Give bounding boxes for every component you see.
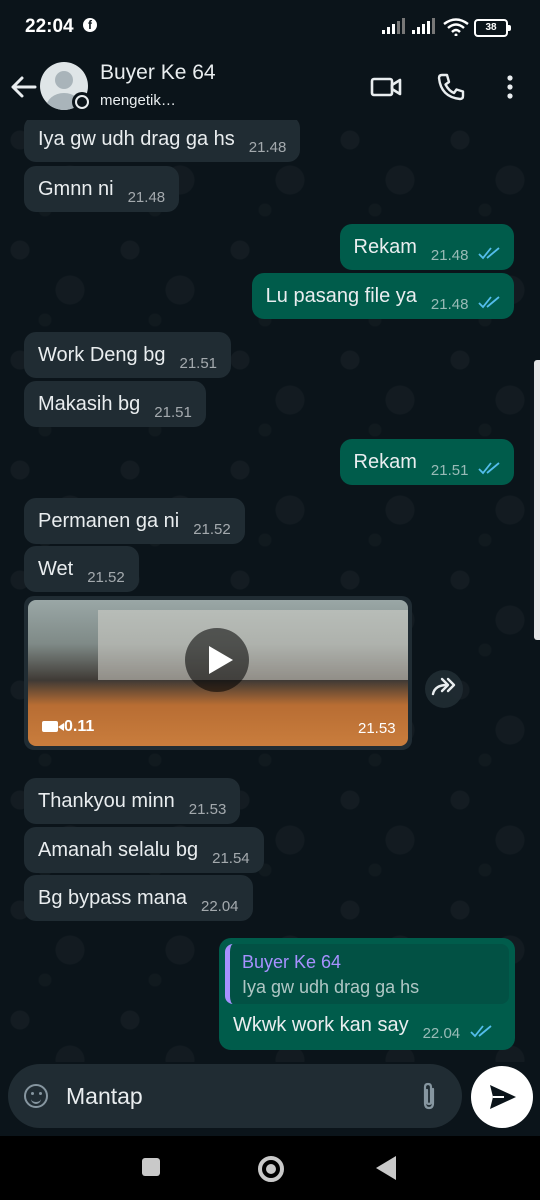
video-camera-icon [42,721,64,732]
message-text: Amanah selalu bg [38,839,199,861]
video-message[interactable]: 0.11 21.53 [24,596,412,750]
message-time: 22.04 [200,898,239,915]
facebook-notification-icon: f [83,18,97,32]
message-time: 21.48 [248,139,287,156]
message-bubble-incoming[interactable]: Iya gw udh drag ga hs 21.48 [24,120,301,162]
sticker-icon[interactable] [24,1084,48,1108]
message-bubble-incoming[interactable]: Gmnn ni 21.48 [24,166,180,212]
video-duration: 0.11 [42,718,94,736]
send-button[interactable] [471,1066,533,1128]
attach-icon[interactable] [418,1081,440,1111]
signal-icon [382,18,405,34]
message-bubble-incoming[interactable]: Amanah selalu bg 21.54 [24,827,264,873]
message-time: 21.51 [430,462,469,479]
message-bubble-outgoing[interactable]: Rekam 21.51 [339,439,514,485]
quoted-message[interactable]: Buyer Ke 64 Iya gw udh drag ga hs [225,944,509,1004]
message-time: 21.48 [430,247,469,264]
chat-header: Buyer Ke 64 mengetik… [0,56,540,120]
typing-status: mengetik… [100,92,176,109]
recents-button[interactable] [142,1158,160,1176]
read-ticks-icon [470,1025,492,1038]
system-back-button[interactable] [376,1156,396,1180]
battery-icon: 38 [474,19,511,37]
message-text: Thankyou minn [38,790,175,812]
signal-icon-2 [412,18,435,34]
more-options-icon[interactable] [492,69,528,105]
message-text: Rekam [353,451,417,473]
message-text: Work Deng bg [38,344,166,366]
message-text: Makasih bg [38,393,141,415]
video-call-icon[interactable] [368,69,404,105]
message-input[interactable] [66,1082,396,1110]
message-time: 21.51 [154,404,192,421]
message-composer [8,1064,462,1128]
read-ticks-icon [478,462,500,475]
message-time: 21.48 [430,296,469,313]
message-time: 21.48 [127,189,166,206]
message-bubble-outgoing[interactable]: Lu pasang file ya 21.48 [251,273,514,319]
message-bubble-incoming[interactable]: Permanen ga ni 21.52 [24,498,245,544]
play-icon[interactable] [185,628,249,692]
message-bubble-incoming[interactable]: Wet 21.52 [24,546,139,592]
message-text: Wet [38,558,74,580]
system-navigation-bar [0,1136,540,1200]
video-time: 21.53 [358,720,396,737]
message-text: Rekam [353,236,417,258]
read-ticks-icon [478,296,500,309]
scrollbar[interactable] [534,360,540,640]
status-badge-icon [72,92,92,112]
voice-call-icon[interactable] [433,69,469,105]
message-text: Iya gw udh drag ga hs [38,128,235,150]
quoted-text: Iya gw udh drag ga hs [242,977,420,997]
forward-icon[interactable] [425,670,463,708]
message-bubble-incoming[interactable]: Thankyou minn 21.53 [24,778,241,824]
message-text: Bg bypass mana [38,887,187,909]
video-thumbnail[interactable]: 0.11 21.53 [28,600,408,746]
home-button[interactable] [258,1156,284,1182]
message-bubble-incoming[interactable]: Bg bypass mana 22.04 [24,875,253,921]
message-bubble-incoming[interactable]: Work Deng bg 21.51 [24,332,232,378]
message-time: 21.51 [179,355,218,372]
reply-text: Wkwk work kan say 22.04 [233,1014,492,1043]
message-bubble-outgoing[interactable]: Rekam 21.48 [339,224,514,270]
status-bar: 22:04 f 38 [0,0,540,56]
message-time: 21.54 [212,850,250,867]
message-text: Lu pasang file ya [265,285,417,307]
message-text: Permanen ga ni [38,510,180,532]
message-bubble-outgoing-reply[interactable]: Buyer Ke 64 Iya gw udh drag ga hs Wkwk w… [219,938,515,1050]
message-time: 21.53 [188,801,227,818]
chat-messages[interactable]: Iya gw udh drag ga hs 21.48 Gmnn ni 21.48 … [0,120,540,1062]
message-time: 21.52 [87,569,125,586]
message-text: Gmnn ni [38,178,114,200]
message-time: 22.04 [422,1025,461,1042]
back-arrow-icon[interactable] [6,70,40,104]
message-bubble-incoming[interactable]: Makasih bg 21.51 [24,381,206,427]
read-ticks-icon [478,247,500,260]
status-time: 22:04 [25,16,74,37]
contact-name[interactable]: Buyer Ke 64 [100,61,216,85]
quoted-sender: Buyer Ke 64 [242,952,342,972]
message-time: 21.52 [193,521,231,538]
wifi-icon [443,18,469,36]
